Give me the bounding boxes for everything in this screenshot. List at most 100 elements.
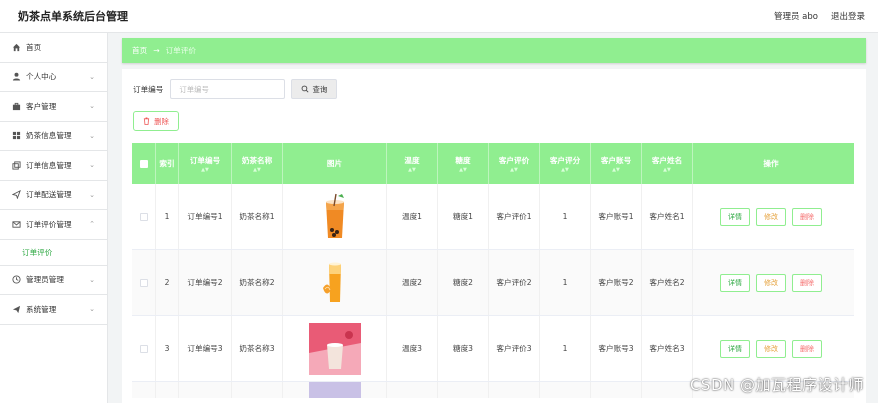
- row-index: 1: [156, 184, 179, 249]
- sort-icon: ▲▼: [408, 166, 416, 173]
- row-order-no: 订单编号2: [179, 250, 232, 315]
- order-no-input[interactable]: [170, 79, 286, 99]
- row-actions: 详情 修改 删除: [720, 207, 822, 226]
- sidebar-item-customers[interactable]: 客户管理 ⌄: [0, 92, 107, 122]
- chevron-down-icon: ⌄: [89, 275, 95, 284]
- row-customer: 客户姓名2: [642, 250, 693, 315]
- edit-button[interactable]: 修改: [756, 339, 786, 358]
- row-tea-name: 奶茶名称1: [232, 184, 283, 249]
- sidebar-item-home[interactable]: 首页: [0, 33, 107, 63]
- row-score: 1: [540, 316, 591, 381]
- user-icon: [12, 72, 21, 81]
- sidebar-item-label: 奶茶信息管理: [26, 131, 72, 141]
- col-order-no[interactable]: 订单编号 ▲▼: [179, 143, 232, 184]
- mail-icon: [12, 220, 21, 229]
- chevron-down-icon: ⌄: [89, 161, 95, 170]
- col-image: 图片: [283, 143, 387, 184]
- row-order-no: 订单编号1: [179, 184, 232, 249]
- content-panel: 订单编号 查询 删除 索引 订单编号▲▼ 奶茶名称▲▼ 图片 温度▲▼ 糖度▲▼…: [122, 69, 866, 403]
- orange-tea-image: [325, 193, 344, 238]
- table-header: 索引 订单编号 ▲▼ 奶茶名称 ▲▼ 图片 温度 ▲▼ 糖度 ▲▼ 客户评价 ▲▼ 客户评…: [132, 143, 854, 184]
- breadcrumb: 首页 → 订单评价: [122, 38, 866, 63]
- sidebar-subitem-order-review[interactable]: 订单评价: [0, 240, 107, 266]
- sort-icon: ▲▼: [612, 166, 620, 173]
- thumbnail-image: [308, 382, 361, 398]
- col-review[interactable]: 客户评价 ▲▼: [489, 143, 540, 184]
- grid-icon: [12, 131, 21, 140]
- detail-button[interactable]: 详情: [720, 207, 750, 226]
- logout-link[interactable]: 退出登录: [831, 10, 865, 22]
- col-customer[interactable]: 客户姓名 ▲▼: [642, 143, 693, 184]
- sidebar-item-order-delivery[interactable]: 订单配送管理 ⌄: [0, 181, 107, 210]
- watermark: CSDN @加瓦程序设计师: [689, 376, 864, 394]
- breadcrumb-separator: →: [153, 46, 160, 55]
- plane-icon: [12, 305, 21, 314]
- row-index: 3: [156, 316, 179, 381]
- main-content: 首页 → 订单评价 订单编号 查询 删除 索引 订单编号▲▼ 奶茶名称▲▼ 图片…: [122, 38, 866, 403]
- detail-button[interactable]: 详情: [720, 339, 750, 358]
- trash-icon: [143, 117, 150, 125]
- delete-button[interactable]: 删除: [792, 339, 822, 358]
- row-checkbox[interactable]: [139, 344, 148, 353]
- col-index: 索引: [156, 143, 179, 184]
- row-account: 客户账号3: [591, 316, 642, 381]
- row-checkbox[interactable]: [139, 212, 148, 221]
- row-account: 客户账号1: [591, 184, 642, 249]
- sidebar-item-system[interactable]: 系统管理 ⌄: [0, 295, 107, 325]
- order-no-label: 订单编号: [133, 84, 164, 94]
- app-title: 奶茶点单系统后台管理: [18, 10, 128, 23]
- row-score: 1: [540, 250, 591, 315]
- batch-delete-label: 删除: [154, 116, 169, 126]
- row-order-no: 订单编号3: [179, 316, 232, 381]
- sidebar-item-label: 订单信息管理: [26, 160, 72, 170]
- breadcrumb-home[interactable]: 首页: [132, 45, 147, 56]
- row-actions: 详情 修改 删除: [720, 273, 822, 292]
- chevron-down-icon: ⌄: [89, 72, 95, 81]
- search-icon: [302, 85, 309, 93]
- breadcrumb-current: 订单评价: [165, 46, 196, 55]
- edit-button[interactable]: 修改: [756, 207, 786, 226]
- row-review: 客户评价1: [489, 184, 540, 249]
- table-row: 3 订单编号3 奶茶名称3 温度3 糖度3 客户评价3 1 客户账号3 客户姓名…: [132, 316, 854, 382]
- col-sweetness[interactable]: 糖度 ▲▼: [438, 143, 489, 184]
- edit-button[interactable]: 修改: [756, 273, 786, 292]
- copy-icon: [12, 161, 21, 170]
- row-checkbox[interactable]: [139, 278, 148, 287]
- delete-button[interactable]: 删除: [792, 273, 822, 292]
- sidebar: 首页 个人中心 ⌄ 客户管理 ⌄ 奶茶信息管理 ⌄ 订单信息管理 ⌄ 订单配送管…: [0, 33, 108, 403]
- delete-button[interactable]: 删除: [792, 207, 822, 226]
- sidebar-item-order-review[interactable]: 订单评价管理 ⌃: [0, 210, 107, 240]
- batch-delete-button[interactable]: 删除: [133, 111, 179, 131]
- chevron-down-icon: ⌄: [89, 190, 95, 199]
- sidebar-item-tea-info[interactable]: 奶茶信息管理 ⌄: [0, 122, 107, 151]
- sort-icon: ▲▼: [253, 166, 261, 173]
- sidebar-item-label: 首页: [26, 42, 42, 52]
- select-all-checkbox[interactable]: [139, 159, 148, 168]
- top-bar: 奶茶点单系统后台管理 管理员 abo 退出登录: [0, 0, 878, 33]
- sort-icon: ▲▼: [561, 166, 569, 173]
- col-tea-name[interactable]: 奶茶名称 ▲▼: [232, 143, 283, 184]
- select-all-cell: [132, 143, 156, 184]
- chevron-up-icon: ⌃: [89, 220, 95, 229]
- home-icon: [12, 43, 21, 52]
- admin-user-label[interactable]: 管理员 abo: [774, 10, 818, 22]
- review-table: 索引 订单编号 ▲▼ 奶茶名称 ▲▼ 图片 温度 ▲▼ 糖度 ▲▼ 客户评价 ▲▼ 客户评…: [132, 143, 854, 398]
- row-temperature: 温度1: [387, 184, 438, 249]
- search-button[interactable]: 查询: [291, 79, 338, 99]
- col-score[interactable]: 客户评分 ▲▼: [540, 143, 591, 184]
- row-temperature: 温度2: [387, 250, 438, 315]
- sidebar-item-profile[interactable]: 个人中心 ⌄: [0, 63, 107, 92]
- sidebar-item-admins[interactable]: 管理员管理 ⌄: [0, 266, 107, 295]
- col-account[interactable]: 客户账号 ▲▼: [591, 143, 642, 184]
- search-form: 订单编号 查询: [133, 79, 338, 99]
- sidebar-item-order-info[interactable]: 订单信息管理 ⌄: [0, 151, 107, 181]
- sidebar-item-label: 个人中心: [26, 72, 57, 82]
- sidebar-item-label: 订单配送管理: [26, 190, 72, 200]
- detail-button[interactable]: 详情: [720, 273, 750, 292]
- col-temperature[interactable]: 温度 ▲▼: [387, 143, 438, 184]
- row-score: 1: [540, 184, 591, 249]
- sidebar-item-label: 系统管理: [26, 304, 57, 314]
- clock-icon: [12, 275, 21, 284]
- row-sweetness: 糖度1: [438, 184, 489, 249]
- top-right-actions: 管理员 abo 退出登录: [774, 10, 865, 22]
